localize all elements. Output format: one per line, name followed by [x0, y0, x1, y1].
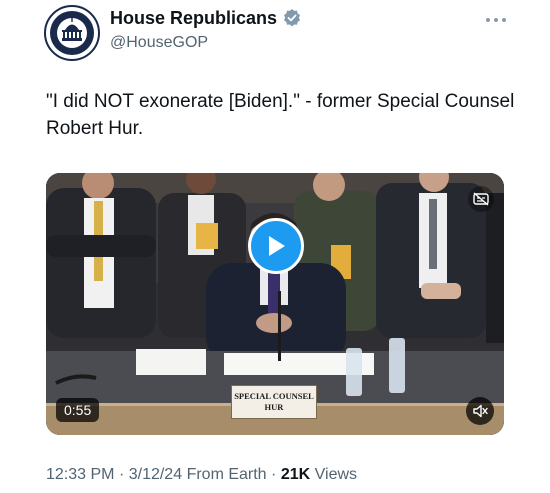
name-block: House Republicans @HouseGOP: [110, 7, 302, 54]
video-duration: 0:55: [56, 398, 100, 422]
tweet-meta: 12:33 PM · 3/12/24 From Earth · 21K View…: [46, 465, 357, 485]
captions-off-icon: [473, 192, 489, 206]
placard-line-1: SPECIAL COUNSEL: [234, 391, 314, 401]
display-name[interactable]: House Republicans: [110, 7, 277, 29]
play-button[interactable]: [248, 218, 304, 274]
more-options-button[interactable]: [482, 13, 510, 27]
mute-button[interactable]: [466, 397, 494, 425]
meta-separator: ·: [271, 466, 281, 483]
tweet-date[interactable]: 3/12/24: [129, 466, 182, 483]
play-icon: [269, 236, 285, 256]
speaker-muted-icon: [473, 404, 488, 418]
tweet-header: House Republicans @HouseGOP: [44, 5, 510, 65]
views-count: 21K: [280, 466, 311, 483]
handle[interactable]: @HouseGOP: [110, 32, 302, 54]
more-options-icon: [486, 18, 506, 22]
tweet-text: "I did NOT exonerate [Biden]." - former …: [46, 91, 515, 139]
verified-badge-icon: [282, 8, 302, 28]
avatar[interactable]: [44, 5, 100, 61]
capitol-seal-icon: [47, 8, 97, 58]
placard-line-2: HUR: [264, 402, 284, 412]
meta-separator: ·: [118, 466, 129, 483]
tweet-time[interactable]: 12:33 PM: [46, 466, 114, 483]
tweet-card: House Republicans @HouseGOP "I did NOT e…: [0, 0, 550, 493]
name-placard: SPECIAL COUNSEL HUR: [231, 385, 317, 419]
video-player[interactable]: SPECIAL COUNSEL HUR 0:55: [46, 173, 504, 435]
tweet-source: From Earth: [186, 466, 267, 483]
captions-button[interactable]: [468, 186, 494, 212]
views-label: Views: [314, 466, 358, 483]
